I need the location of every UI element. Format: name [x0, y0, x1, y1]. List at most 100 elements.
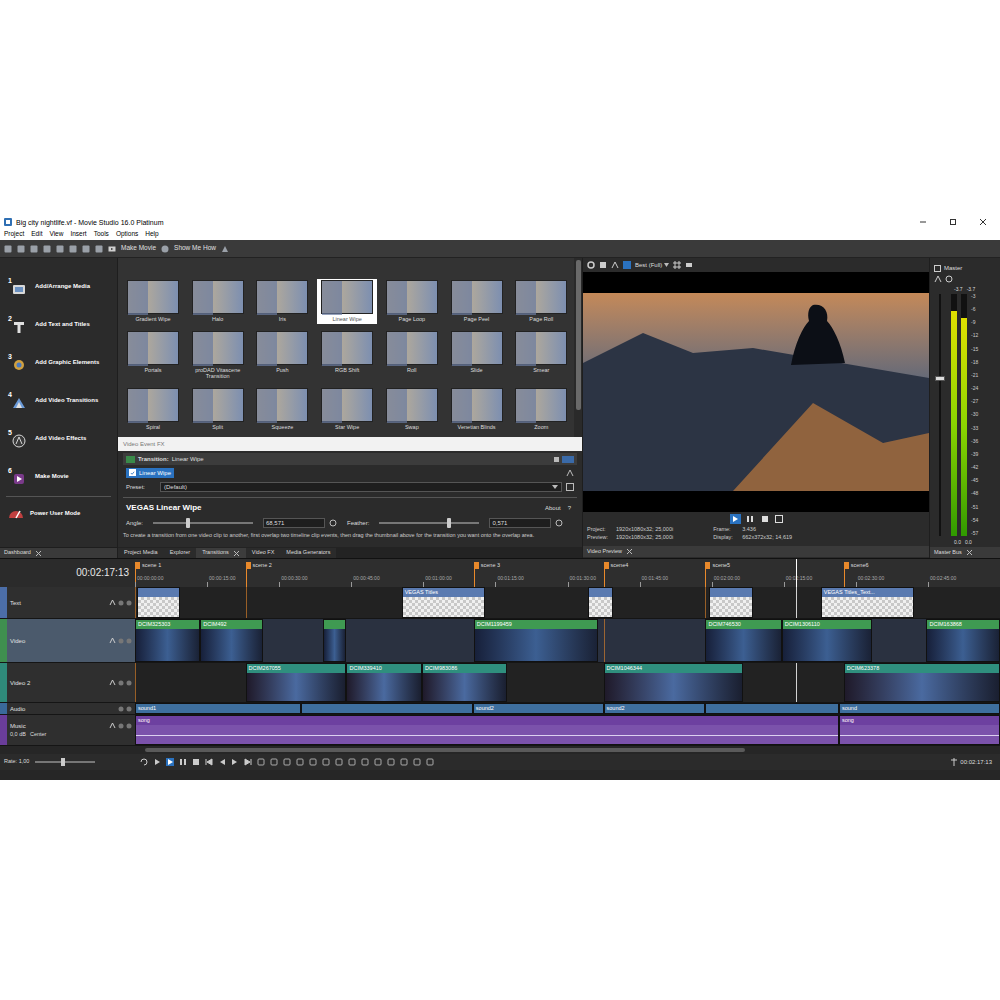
clip[interactable] [705, 703, 839, 714]
clip[interactable]: DCIM746530 [705, 619, 781, 662]
tab-label[interactable]: Explorer [170, 550, 190, 556]
clip[interactable]: sound2 [473, 703, 604, 714]
playhead[interactable] [796, 559, 797, 587]
clip[interactable]: DCIM623378 [844, 663, 1000, 702]
wizard-label[interactable]: Add Graphic Elements [35, 359, 99, 366]
solo-icon[interactable] [126, 723, 132, 729]
track-name[interactable]: Music [10, 723, 26, 729]
clip-label[interactable]: VEGAS Titles [405, 590, 438, 596]
close-icon[interactable] [626, 548, 633, 555]
transport-icon[interactable] [231, 758, 239, 766]
param-value-field[interactable]: 68,571 [263, 518, 325, 528]
transition-thumbnail[interactable]: Halo [188, 279, 248, 324]
power-user-button[interactable]: Power User Mode [0, 497, 117, 529]
minimize-icon[interactable] [918, 218, 928, 226]
transition-thumbnail[interactable]: Star Wipe [317, 387, 377, 432]
clip-label[interactable]: DCIM492 [203, 622, 226, 628]
transition-thumbnail[interactable]: Swap [382, 387, 442, 432]
clip[interactable]: sound1 [135, 703, 301, 714]
fx-chain-item[interactable]: Linear Wipe [126, 468, 174, 478]
gear-icon[interactable] [587, 261, 595, 269]
tool-icon[interactable] [95, 245, 103, 253]
clip[interactable]: DCIM325303 [135, 619, 200, 662]
transition-label[interactable]: RGB Shift [335, 365, 359, 374]
close-icon[interactable] [966, 549, 973, 556]
transition-thumbnail[interactable]: Page Roll [511, 279, 571, 324]
clip-label[interactable]: sound2 [476, 706, 494, 712]
menu-item[interactable]: Tools [94, 231, 109, 238]
tab-label[interactable]: Project Media [124, 550, 158, 556]
marker[interactable]: scene 3 [474, 562, 500, 569]
mute-icon[interactable] [118, 638, 124, 644]
transition-label[interactable]: Page Loop [399, 314, 426, 323]
panel-tab[interactable]: Media Generators [280, 548, 336, 558]
fx-checkbox[interactable] [129, 469, 136, 476]
play-icon[interactable] [731, 515, 739, 523]
clip-label[interactable]: song [842, 718, 854, 724]
fx-icon[interactable] [109, 722, 116, 729]
grid-icon[interactable] [673, 261, 681, 269]
tool-icon[interactable] [82, 245, 90, 253]
transition-label[interactable]: Zoom [534, 422, 548, 431]
edit-tool-icon[interactable] [348, 758, 356, 766]
quality-value[interactable]: Best (Full) [635, 262, 662, 268]
track-volume[interactable]: 0,0 dB [10, 732, 26, 738]
dropdown-arrow-icon[interactable] [552, 485, 558, 489]
edit-tool-icon[interactable] [426, 758, 434, 766]
menu-item[interactable]: Help [145, 231, 158, 238]
clip-label[interactable]: sound1 [138, 706, 156, 712]
power-user-label[interactable]: Power User Mode [30, 510, 80, 516]
mute-icon[interactable] [118, 706, 124, 712]
tab-label[interactable]: Master Bus [934, 550, 962, 556]
maximize-icon[interactable] [948, 218, 958, 226]
track-header[interactable]: Audio [0, 703, 135, 714]
frame-icon[interactable] [775, 515, 783, 523]
tab-label[interactable]: Media Generators [286, 550, 330, 556]
clip[interactable] [323, 619, 347, 662]
tool-icon[interactable] [4, 245, 12, 253]
edit-tool-icon[interactable] [387, 758, 395, 766]
edit-tool-icon[interactable] [296, 758, 304, 766]
clip-label[interactable]: DCIM1306110 [785, 622, 820, 628]
preset-value[interactable]: (Default) [164, 484, 187, 490]
clip[interactable] [709, 587, 753, 618]
transition-thumbnail[interactable]: Roll [382, 330, 442, 381]
edit-tool-icon[interactable] [374, 758, 382, 766]
slider-thumb[interactable] [447, 518, 451, 528]
panel-tab[interactable]: Project Media [118, 548, 164, 558]
panel-tab[interactable]: Video FX [246, 548, 281, 558]
solo-icon[interactable] [126, 638, 132, 644]
close-icon[interactable] [35, 550, 42, 557]
edit-tool-icon[interactable] [400, 758, 408, 766]
clip[interactable]: sound [839, 703, 1000, 714]
save-preset-icon[interactable] [566, 483, 574, 491]
transition-label[interactable]: Spiral [146, 422, 160, 431]
dashboard-tab[interactable]: Dashboard [0, 547, 117, 558]
clip[interactable]: DCIM1306110 [782, 619, 872, 662]
transition-label[interactable]: Star Wipe [335, 422, 359, 431]
transition-thumbnail[interactable]: Spiral [123, 387, 183, 432]
fx-icon[interactable] [611, 261, 619, 269]
bus-icon[interactable] [934, 265, 941, 272]
clip[interactable]: DCIM1046344 [604, 663, 744, 702]
menu-item[interactable]: View [49, 231, 63, 238]
edit-tool-icon[interactable] [270, 758, 278, 766]
clip-label[interactable]: DCIM623378 [847, 666, 879, 672]
make-movie-button[interactable]: Make Movie [121, 245, 156, 252]
edit-tool-icon[interactable] [283, 758, 291, 766]
wizard-label[interactable]: Make Movie [35, 473, 69, 480]
marker[interactable]: scene4 [604, 562, 629, 569]
transition-label[interactable]: Portals [144, 365, 161, 374]
transport-icon[interactable] [205, 758, 213, 766]
edit-tool-icon[interactable] [257, 758, 265, 766]
pause-button[interactable] [745, 514, 756, 524]
tool-icon[interactable] [221, 245, 229, 253]
close-icon[interactable] [233, 550, 240, 557]
transition-label[interactable]: Halo [212, 314, 223, 323]
wizard-item[interactable]: 1Add/Arrange Media [0, 268, 117, 306]
close-window-icon[interactable] [978, 218, 988, 226]
master-bus-tab[interactable]: Master Bus [930, 547, 1000, 558]
transition-thumbnail[interactable]: Portals [123, 330, 183, 381]
param-value[interactable]: 68,571 [266, 520, 284, 526]
transition-thumbnail[interactable]: Squeeze [252, 387, 312, 432]
